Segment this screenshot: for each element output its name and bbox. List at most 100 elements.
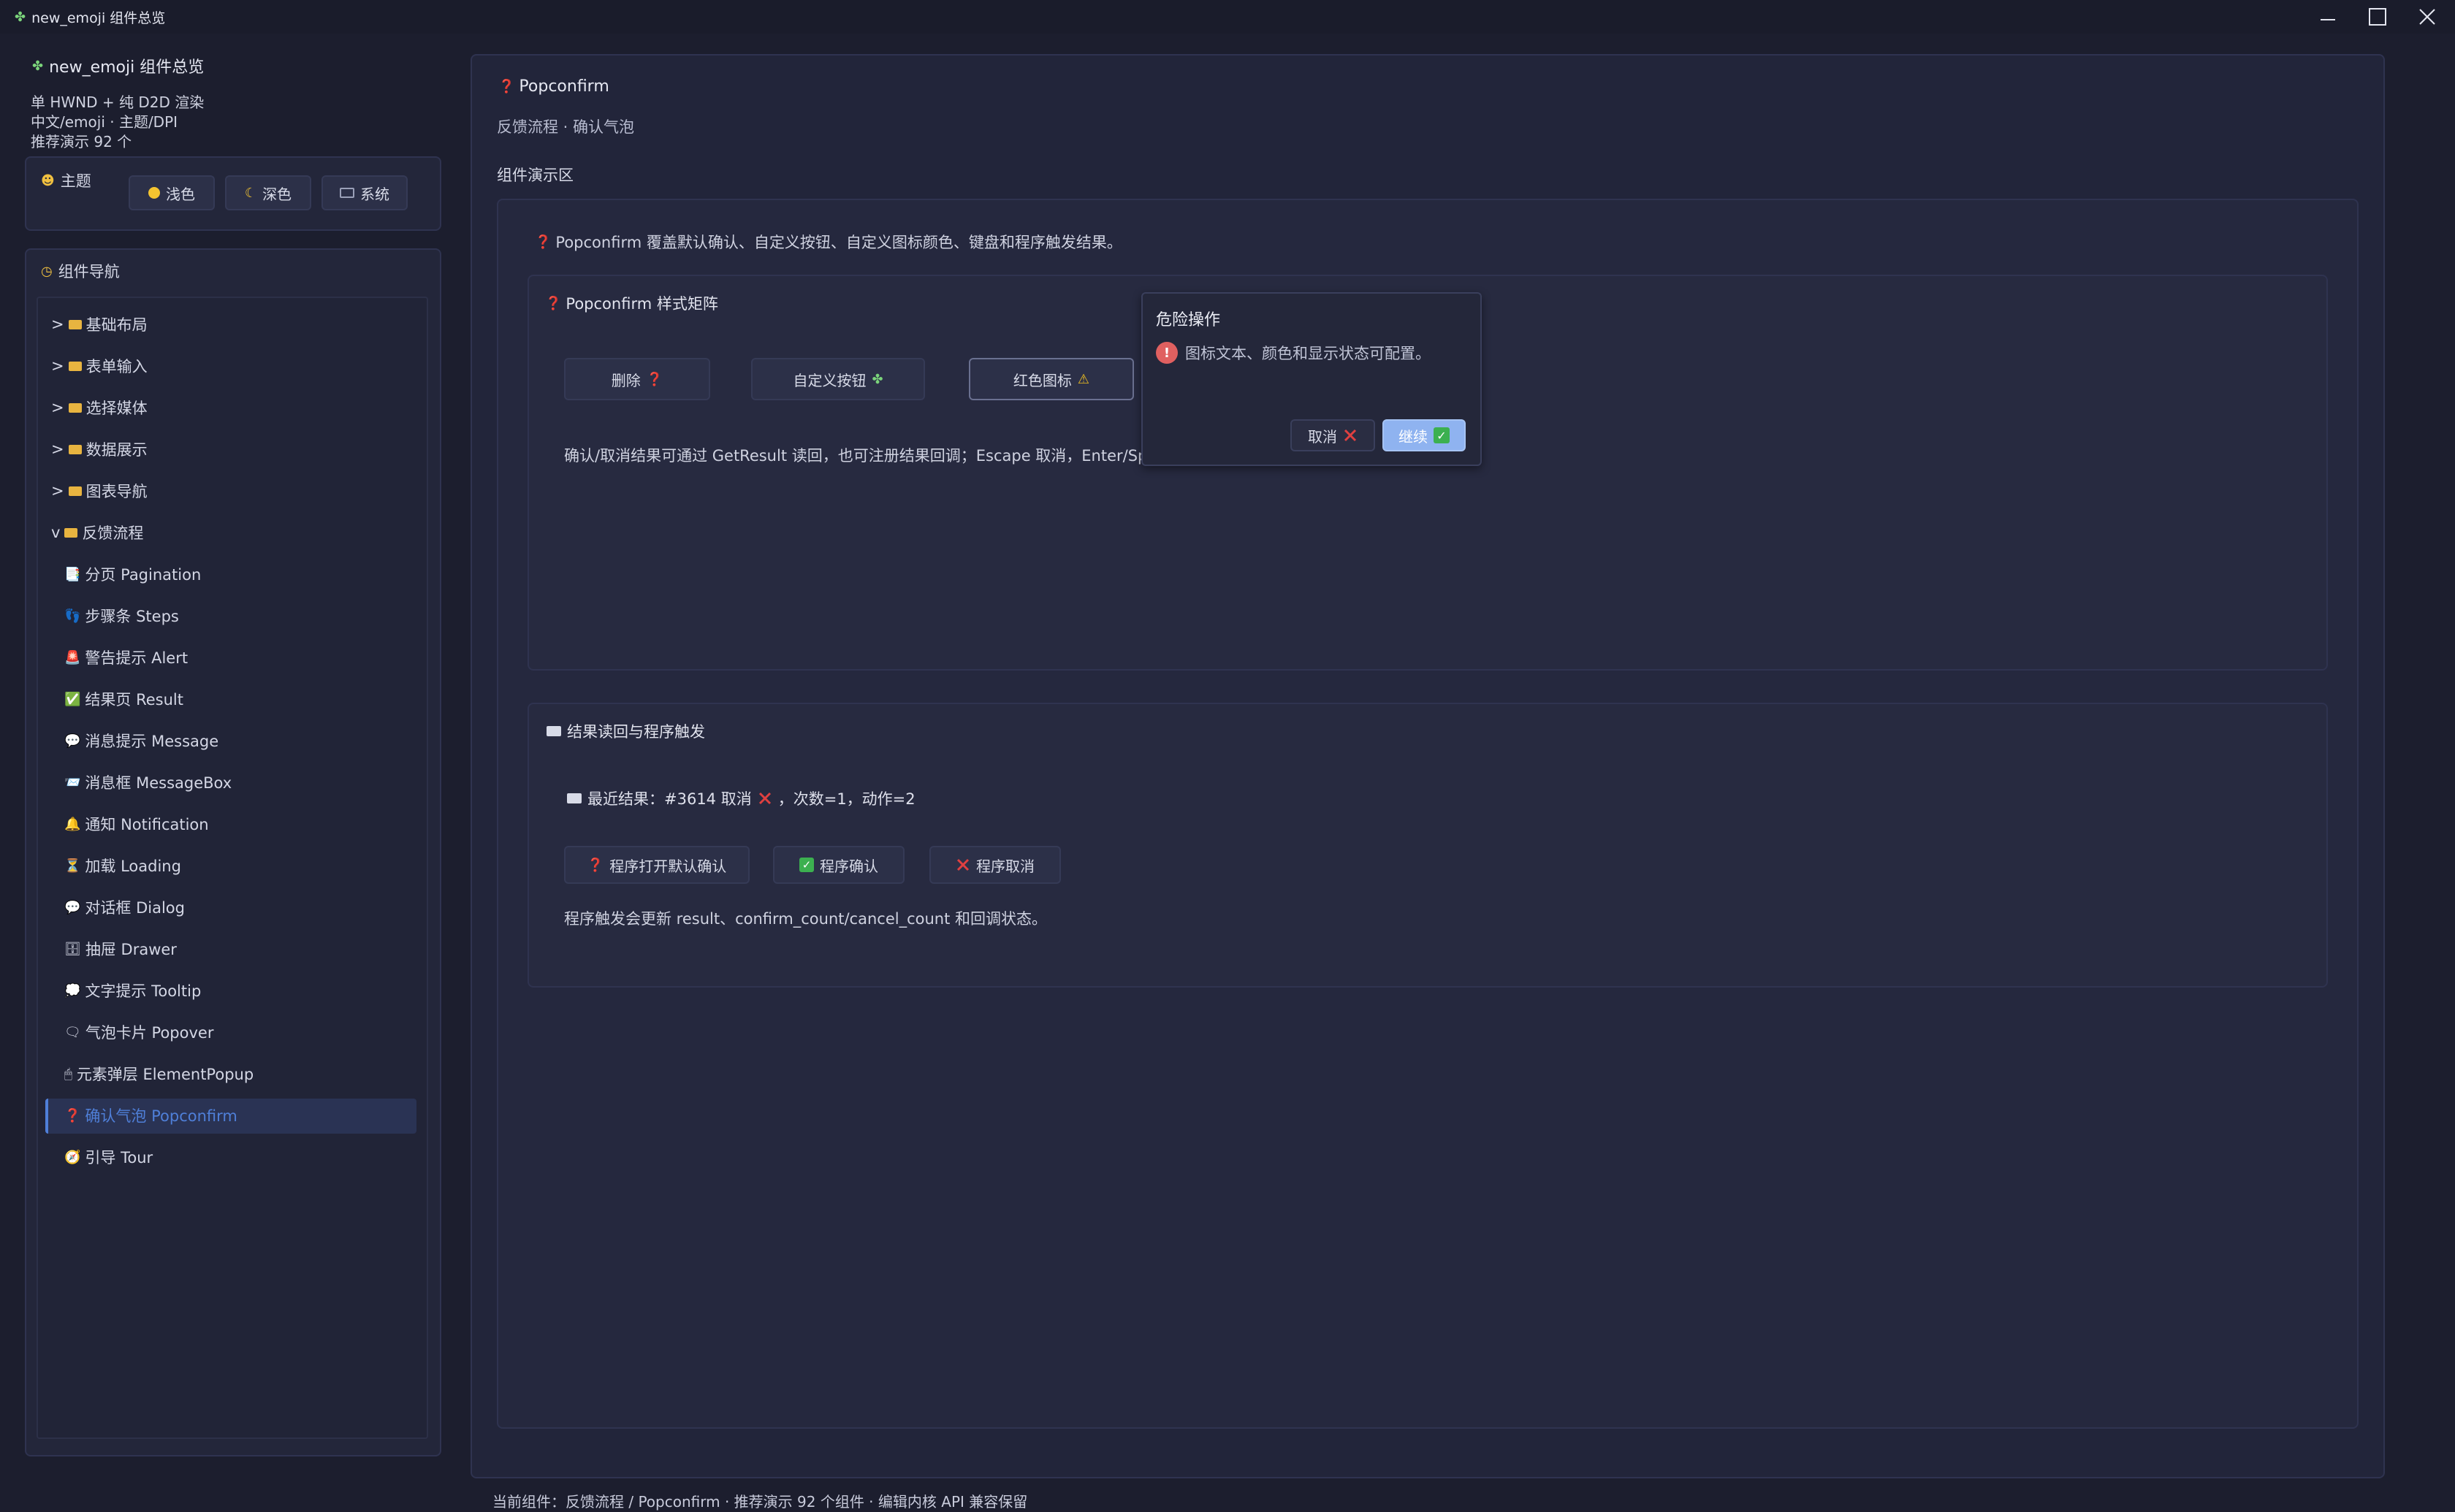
nav-item-tooltip[interactable]: 💭 文字提示 Tooltip: [64, 976, 201, 1005]
question-mark-icon: ❓: [646, 371, 663, 387]
folder-icon: [68, 444, 82, 454]
speech-bubble-icon: 💬: [64, 733, 81, 749]
nav-group-media[interactable]: > 选择媒体: [51, 393, 148, 422]
popconfirm-title: 危险操作: [1156, 311, 1221, 329]
nav-item-alert[interactable]: 🚨 警告提示 Alert: [64, 643, 188, 672]
compass-icon: ◷: [41, 263, 53, 279]
computer-icon: [340, 188, 354, 198]
theme-light-button[interactable]: 浅色: [129, 175, 215, 210]
folder-open-icon: [64, 527, 78, 538]
program-open-button[interactable]: ❓ 程序打开默认确认: [564, 846, 750, 884]
question-mark-icon: ❓: [64, 1107, 81, 1123]
program-confirm-button[interactable]: ✓ 程序确认: [773, 846, 905, 884]
demo-description: ❓ Popconfirm 覆盖默认确认、自定义按钮、自定义图标颜色、键盘和程序触…: [535, 234, 1122, 251]
close-button[interactable]: [2402, 0, 2452, 34]
bookmark-tabs-icon: 📑: [64, 566, 81, 582]
delete-button[interactable]: 删除 ❓: [564, 358, 710, 400]
nav-item-popconfirm[interactable]: ❓ 确认气泡 Popconfirm: [64, 1101, 237, 1130]
red-icon-button[interactable]: 红色图标 ⚠: [969, 358, 1134, 400]
book-icon: [567, 793, 582, 803]
result-card: [528, 703, 2328, 988]
moon-icon: ☾: [244, 185, 257, 201]
question-mark-icon: ❓: [545, 295, 562, 311]
nav-item-dialog[interactable]: 💬 对话框 Dialog: [64, 893, 185, 922]
result-title: 结果读回与程序触发: [547, 720, 705, 742]
folder-icon: [68, 361, 82, 371]
nav-item-steps[interactable]: 👣 步骤条 Steps: [64, 601, 179, 630]
title-bar: ✤ new_emoji 组件总览: [0, 0, 2455, 34]
siren-icon: 🚨: [64, 649, 81, 665]
hourglass-icon: ⏳: [64, 858, 81, 874]
nav-group-chart[interactable]: > 图表导航: [51, 476, 148, 505]
folder-icon: [68, 319, 82, 329]
latest-result: 最近结果：#3614 取消 ，次数=1，动作=2: [567, 787, 916, 809]
maximize-icon: [2369, 8, 2386, 26]
nav-item-popover[interactable]: 🗨 气泡卡片 Popover: [64, 1017, 213, 1047]
nav-item-notification[interactable]: 🔔 通知 Notification: [64, 809, 209, 839]
sun-icon: [148, 187, 160, 199]
minimize-button[interactable]: [2303, 0, 2353, 34]
speech-bubble-icon: 💬: [64, 899, 81, 915]
matrix-note: 确认/取消结果可通过 GetResult 读回，也可注册结果回调；Escape …: [564, 447, 1149, 465]
maximize-button[interactable]: [2353, 0, 2402, 34]
exclamation-icon: !: [1156, 342, 1178, 364]
check-box-icon: ✓: [1434, 427, 1450, 443]
cross-icon: [1344, 429, 1357, 442]
folder-icon: [68, 402, 82, 413]
theme-system-button[interactable]: 系统: [321, 175, 408, 210]
nav-item-result[interactable]: ✅ 结果页 Result: [64, 684, 183, 714]
warning-icon: ⚠: [1077, 371, 1090, 387]
custom-button[interactable]: 自定义按钮 ✤: [751, 358, 925, 400]
app-title: ✤ new_emoji 组件总览: [32, 58, 205, 77]
nav-label: ◷ 组件导航: [41, 263, 120, 280]
nav-item-elementpopup[interactable]: 🖱 元素弹层 ElementPopup: [64, 1059, 254, 1088]
puzzle-icon: ✤: [32, 58, 44, 74]
demo-area-label: 组件演示区: [497, 167, 574, 184]
minimize-icon: [2321, 19, 2335, 20]
popconfirm-body: ! 图标文本、颜色和显示状态可配置。: [1156, 342, 1431, 364]
envelope-icon: 📨: [64, 774, 81, 790]
nav-item-loading[interactable]: ⏳ 加载 Loading: [64, 851, 181, 880]
nav-item-message[interactable]: 💬 消息提示 Message: [64, 726, 218, 755]
popconfirm-confirm-button[interactable]: 继续 ✓: [1382, 419, 1466, 451]
puzzle-icon: ✤: [872, 371, 883, 387]
question-mark-icon: ❓: [587, 857, 604, 873]
popconfirm-cancel-button[interactable]: 取消: [1290, 419, 1375, 451]
book-icon: [547, 726, 561, 736]
info-line: 单 HWND + 纯 D2D 渲染: [31, 93, 205, 111]
nav-item-drawer[interactable]: 🗄 抽屉 Drawer: [64, 934, 177, 963]
nav-item-messagebox[interactable]: 📨 消息框 MessageBox: [64, 768, 232, 797]
nav-group-feedback[interactable]: v 反馈流程: [51, 518, 143, 547]
cross-icon: [956, 858, 970, 871]
question-mark-icon: ❓: [498, 79, 515, 94]
info-line: 中文/emoji · 主题/DPI: [31, 113, 178, 131]
mouse-icon: 🖱: [64, 1066, 72, 1082]
style-matrix-title: ❓ Popconfirm 样式矩阵: [545, 295, 718, 313]
program-cancel-button[interactable]: 程序取消: [929, 846, 1061, 884]
nav-group-data[interactable]: > 数据展示: [51, 435, 148, 464]
nav-item-pagination[interactable]: 📑 分页 Pagination: [64, 560, 201, 589]
page-title: ❓ Popconfirm: [498, 77, 609, 96]
footprints-icon: 👣: [64, 608, 81, 624]
theme-label: ☻ 主题: [41, 172, 91, 190]
puzzle-icon: ✤: [15, 9, 26, 25]
nav-group-layout[interactable]: > 基础布局: [51, 310, 148, 339]
theme-dark-button[interactable]: ☾ 深色: [225, 175, 311, 210]
speech-balloon-icon: 🗨: [64, 1024, 81, 1040]
thought-bubble-icon: 💭: [64, 982, 81, 999]
palette-icon: ☻: [41, 172, 55, 188]
folder-icon: [68, 486, 82, 496]
result-note: 程序触发会更新 result、confirm_count/cancel_coun…: [564, 910, 1048, 928]
nav-item-tour[interactable]: 🧭 引导 Tour: [64, 1142, 153, 1172]
question-mark-icon: ❓: [535, 234, 552, 250]
window-title: ✤ new_emoji 组件总览: [15, 9, 166, 26]
cross-icon: [758, 792, 771, 805]
compass-icon: 🧭: [64, 1149, 81, 1165]
status-bar: 当前组件：反馈流程 / Popconfirm · 推荐演示 92 个组件 · 编…: [492, 1493, 1028, 1511]
check-mark-icon: ✅: [64, 691, 81, 707]
cabinet-icon: 🗄: [64, 941, 81, 957]
check-box-icon: ✓: [799, 858, 814, 872]
info-line: 推荐演示 92 个: [31, 133, 132, 150]
breadcrumb: 反馈流程 · 确认气泡: [497, 118, 635, 136]
nav-group-form[interactable]: > 表单输入: [51, 351, 148, 381]
